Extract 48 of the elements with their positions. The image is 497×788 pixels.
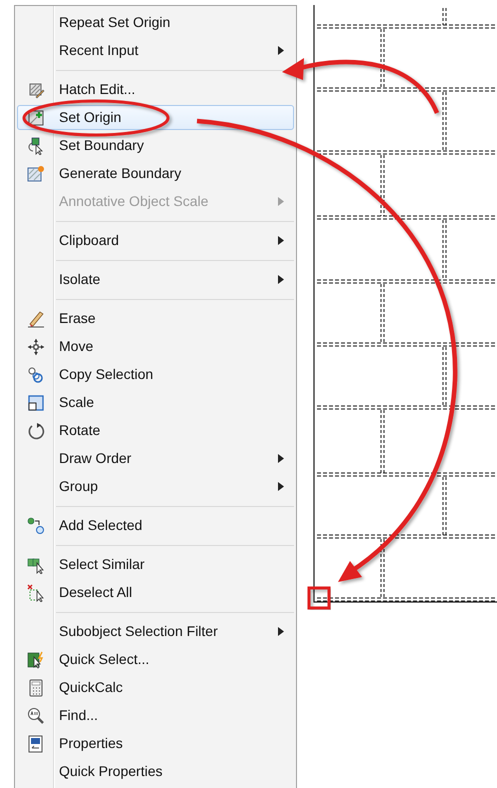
highlight-square: [308, 586, 330, 610]
calculator-icon: [27, 678, 45, 696]
menu-item[interactable]: Rotate: [17, 418, 294, 443]
copy-circles-icon: [27, 366, 45, 384]
menu-item[interactable]: Isolate: [17, 267, 294, 292]
properties-panel-icon: [27, 734, 45, 752]
submenu-caret-icon: [278, 197, 284, 206]
menu-item[interactable]: Repeat Set Origin: [17, 10, 294, 35]
menu-item[interactable]: Recent Input: [17, 38, 294, 63]
menu-item[interactable]: Draw Order: [17, 446, 294, 471]
submenu-caret-icon: [278, 236, 284, 245]
eraser-pencil-icon: [27, 310, 45, 328]
add-selected-icon: [27, 516, 45, 534]
menu-item[interactable]: Add Selected: [17, 513, 294, 538]
menu-item[interactable]: Copy Selection: [17, 362, 294, 387]
menu-item[interactable]: Generate Boundary: [17, 161, 294, 186]
menu-item[interactable]: Scale: [17, 390, 294, 415]
scale-squares-icon: [27, 394, 45, 412]
menu-item[interactable]: Set Origin: [17, 105, 294, 130]
menu-item[interactable]: Erase: [17, 306, 294, 331]
boundary-cursor-icon: [27, 136, 45, 154]
menu-item[interactable]: Subobject Selection Filter: [17, 619, 294, 644]
menu-item[interactable]: Group: [17, 474, 294, 499]
menu-item[interactable]: Set Boundary: [17, 133, 294, 158]
menu-item[interactable]: Hatch Edit...: [17, 77, 294, 102]
menu-item[interactable]: Quick Select...: [17, 647, 294, 672]
menu-item[interactable]: Move: [17, 334, 294, 359]
menu-item[interactable]: Deselect All: [17, 580, 294, 605]
menu-item[interactable]: Select Similar: [17, 552, 294, 577]
submenu-caret-icon: [278, 46, 284, 55]
rotate-icon: [27, 422, 45, 440]
move-arrows-icon: [27, 338, 45, 356]
menu-item[interactable]: Find...: [17, 703, 294, 728]
hatch-plus-icon: [27, 108, 45, 126]
hatch-pencil-icon: [27, 80, 45, 98]
menu-item[interactable]: Properties: [17, 731, 294, 756]
menu-item[interactable]: Quick Properties: [17, 759, 294, 784]
menu-item[interactable]: Clipboard: [17, 228, 294, 253]
magnifier-icon: [27, 706, 45, 724]
submenu-caret-icon: [278, 482, 284, 491]
submenu-caret-icon: [278, 275, 284, 284]
submenu-caret-icon: [278, 454, 284, 463]
select-similar-icon: [27, 556, 45, 574]
deselect-cursor-icon: [27, 584, 45, 602]
quick-select-icon: [27, 650, 45, 668]
hatch-star-icon: [27, 164, 45, 182]
submenu-caret-icon: [278, 627, 284, 636]
menu-item[interactable]: QuickCalc: [17, 675, 294, 700]
